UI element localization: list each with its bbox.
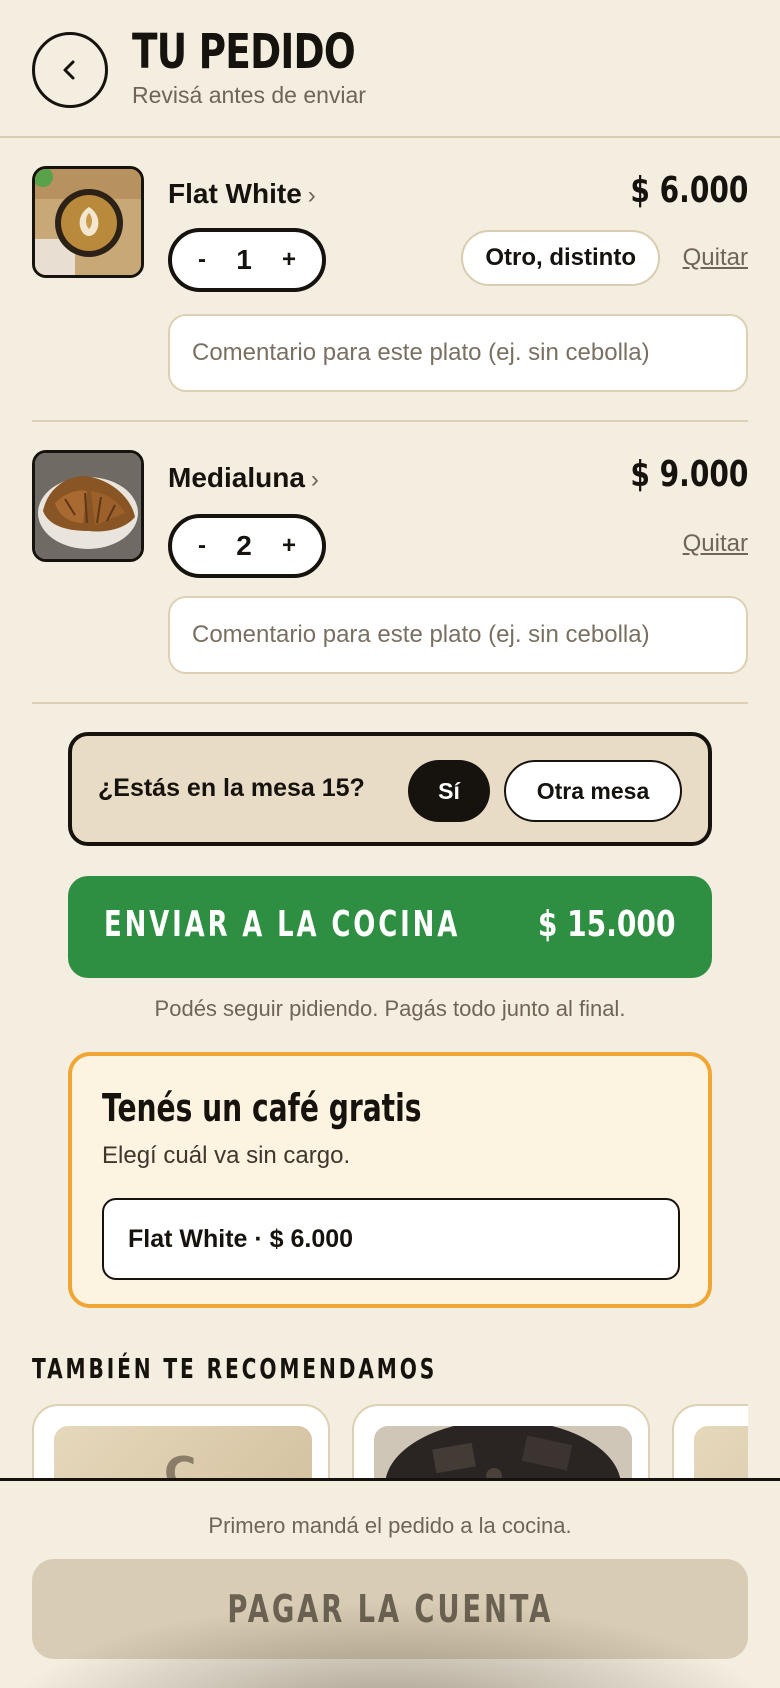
divider [32,420,748,422]
item-name[interactable]: Flat White › [168,178,316,210]
item-name[interactable]: Medialuna › [168,462,319,494]
recommendation-placeholder-letter: C [164,1448,197,1480]
free-coffee-box: Tenés un café gratis Elegí cuál va sin c… [68,1052,712,1308]
pay-label: PAGAR LA CUENTA [227,1587,553,1631]
page-title: TU PEDIDO [132,24,356,80]
back-button[interactable] [32,32,108,108]
divider [32,702,748,704]
recommendation-card[interactable]: C [32,1404,330,1480]
medialuna-image[interactable] [32,450,144,562]
quantity-value: 1 [236,244,252,275]
recommendations-carousel[interactable]: C [32,1404,748,1480]
bottom-bar: Primero mandá el pedido a la cocina. PAG… [0,1478,780,1688]
remove-link[interactable]: Quitar [683,244,748,272]
increase-button[interactable]: + [282,248,296,272]
increase-button[interactable]: + [282,534,296,558]
send-total: $ 15.000 [538,904,676,945]
order-item: Flat White › $ 6.000 - 1 + Otro, distinto… [32,166,748,396]
item-price: $ 9.000 [629,454,748,495]
item-price: $ 6.000 [629,170,748,211]
free-coffee-title: Tenés un café gratis [102,1086,422,1130]
bottom-note: Primero mandá el pedido a la cocina. [208,1513,572,1538]
quantity-value: 2 [236,530,252,561]
chevron-right-icon: › [310,466,319,493]
quantity-stepper: - 2 + [168,514,326,578]
recommendation-image [694,1426,748,1480]
decrease-button[interactable]: - [198,248,206,272]
free-coffee-select[interactable]: Flat White · $ 6.000 [102,1198,680,1280]
decrease-button[interactable]: - [198,534,206,558]
comment-input[interactable] [168,596,748,674]
comment-input[interactable] [168,314,748,392]
chevron-right-icon: › [307,182,316,209]
quantity-stepper: - 1 + [168,228,326,292]
send-note: Podés seguir pidiendo. Pagás todo junto … [154,996,626,1021]
table-confirm-box: ¿Estás en la mesa 15? Sí Otra mesa [68,732,712,846]
remove-link[interactable]: Quitar [683,530,748,558]
recommendation-image: C [54,1426,312,1480]
table-question: ¿Estás en la mesa 15? [98,774,365,802]
yes-button[interactable]: Sí [408,760,490,822]
send-to-kitchen-button[interactable]: ENVIAR A LA COCINA $ 15.000 [68,876,712,978]
recommendation-card[interactable] [672,1404,748,1480]
variant-button[interactable]: Otro, distinto [461,230,660,286]
header: TU PEDIDO Revisá antes de enviar [0,0,780,138]
recommendation-card[interactable] [352,1404,650,1480]
free-coffee-subtitle: Elegí cuál va sin cargo. [102,1142,351,1169]
other-table-button[interactable]: Otra mesa [504,760,682,822]
flat-white-image[interactable] [32,166,144,278]
recommendations-title: TAMBIÉN TE RECOMENDAMOS [32,1352,438,1385]
order-item: Medialuna › $ 9.000 - 2 + Quitar [32,450,748,680]
chevron-left-icon [63,60,75,80]
pay-bill-button[interactable]: PAGAR LA CUENTA [32,1559,748,1659]
page-subtitle: Revisá antes de enviar [132,82,366,108]
brownie-image [374,1426,632,1480]
send-label: ENVIAR A LA COCINA [104,904,461,945]
